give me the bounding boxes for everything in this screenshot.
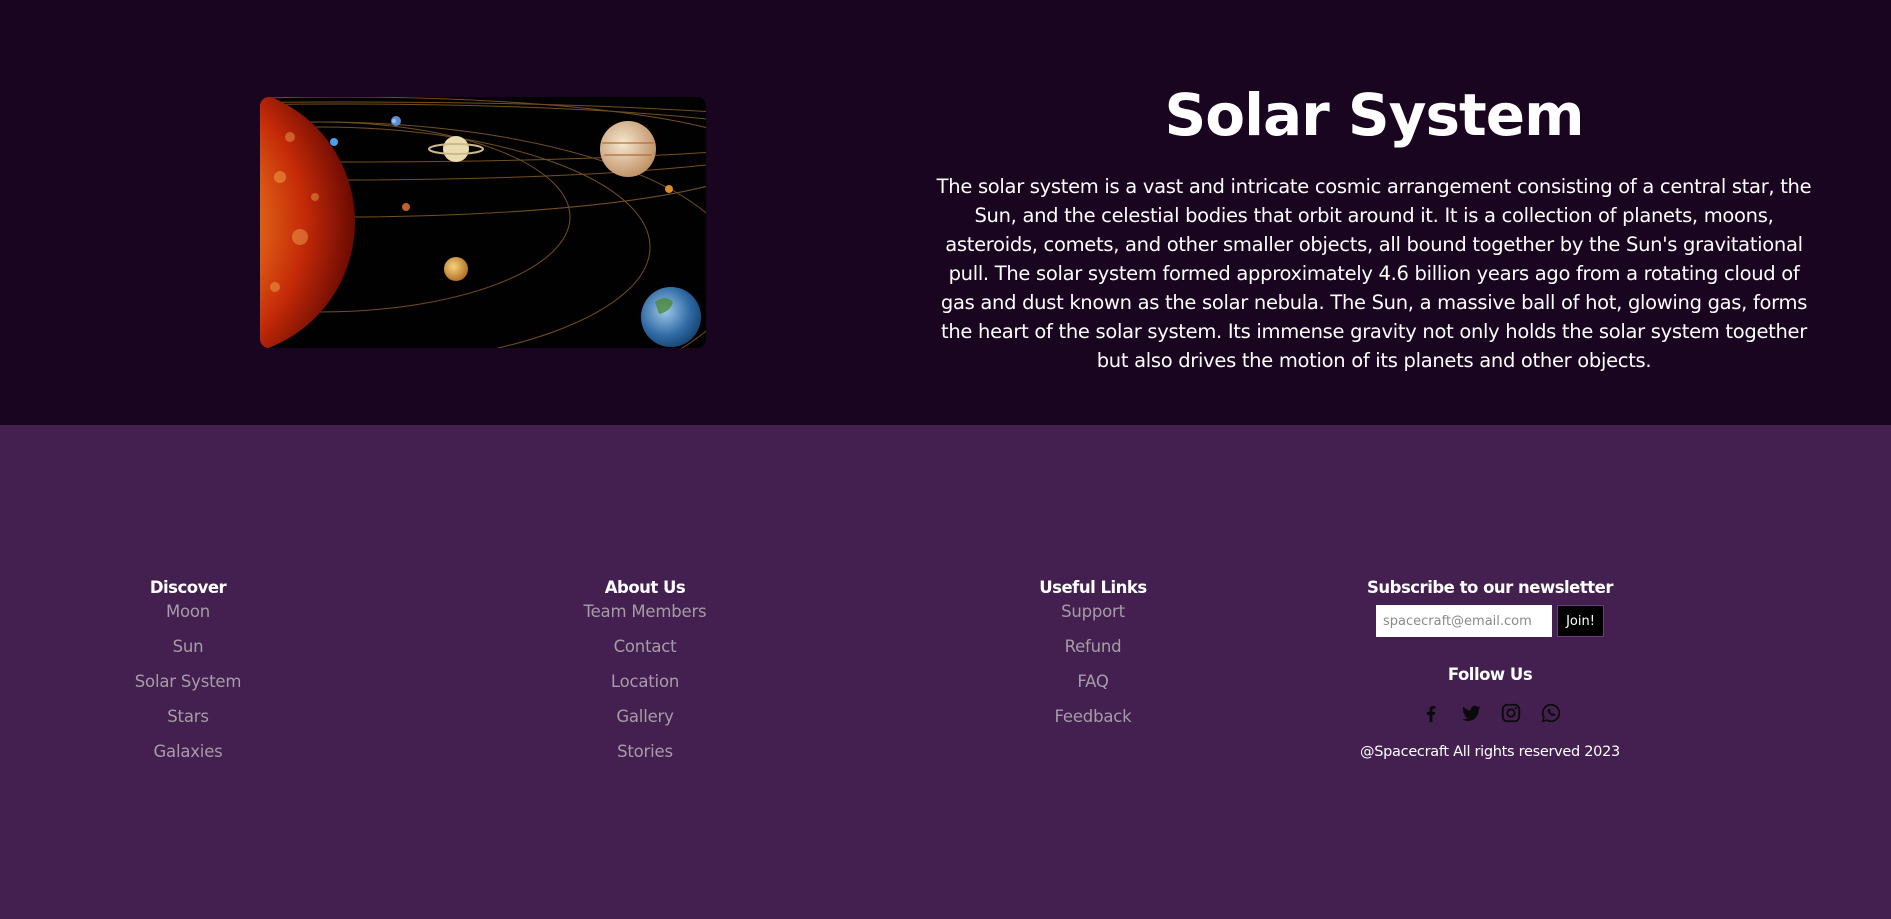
- footer-link-feedback[interactable]: Feedback: [1018, 699, 1168, 734]
- about-heading: About Us: [604, 578, 686, 597]
- facebook-icon[interactable]: [1420, 702, 1442, 724]
- follow-us-heading: Follow Us: [1447, 665, 1533, 684]
- newsletter-column: Subscribe to our newsletter Join! Follow…: [1360, 577, 1620, 760]
- footer-link-support[interactable]: Support: [1018, 599, 1168, 624]
- hero-section: Solar System The solar system is a vast …: [0, 0, 1891, 425]
- solar-system-image: [260, 97, 706, 348]
- footer-about-column: About Us Team Members Contact Location G…: [560, 577, 730, 769]
- instagram-icon[interactable]: [1500, 702, 1522, 724]
- footer-link-location[interactable]: Location: [560, 664, 730, 699]
- footer-discover-column: Discover Moon Sun Solar System Stars Gal…: [108, 577, 268, 769]
- whatsapp-icon[interactable]: [1540, 702, 1562, 724]
- newsletter-form: Join!: [1360, 605, 1620, 638]
- hero-description: The solar system is a vast and intricate…: [936, 175, 1812, 372]
- footer-link-sun[interactable]: Sun: [108, 629, 268, 664]
- join-button[interactable]: Join!: [1557, 605, 1604, 637]
- footer-useful-column: Useful Links Support Refund FAQ Feedback: [1018, 577, 1168, 734]
- footer-link-stars[interactable]: Stars: [108, 699, 268, 734]
- social-links: [1360, 702, 1620, 724]
- useful-heading: Useful Links: [1039, 578, 1147, 597]
- footer-link-gallery[interactable]: Gallery: [560, 699, 730, 734]
- footer-link-contact[interactable]: Contact: [560, 629, 730, 664]
- copyright-text: @Spacecraft All rights reserved 2023: [1360, 744, 1620, 760]
- footer-link-stories[interactable]: Stories: [560, 734, 730, 769]
- newsletter-heading: Subscribe to our newsletter: [1367, 578, 1613, 597]
- footer-link-faq[interactable]: FAQ: [1018, 664, 1168, 699]
- footer-link-solar-system[interactable]: Solar System: [108, 664, 268, 699]
- footer-link-galaxies[interactable]: Galaxies: [108, 734, 268, 769]
- discover-heading: Discover: [149, 578, 227, 597]
- page-title: Solar System: [1164, 81, 1584, 149]
- footer: Discover Moon Sun Solar System Stars Gal…: [0, 425, 1891, 919]
- footer-link-team-members[interactable]: Team Members: [560, 599, 730, 624]
- footer-link-refund[interactable]: Refund: [1018, 629, 1168, 664]
- footer-link-moon[interactable]: Moon: [108, 599, 268, 624]
- newsletter-email-input[interactable]: [1376, 605, 1552, 637]
- twitter-icon[interactable]: [1460, 702, 1482, 724]
